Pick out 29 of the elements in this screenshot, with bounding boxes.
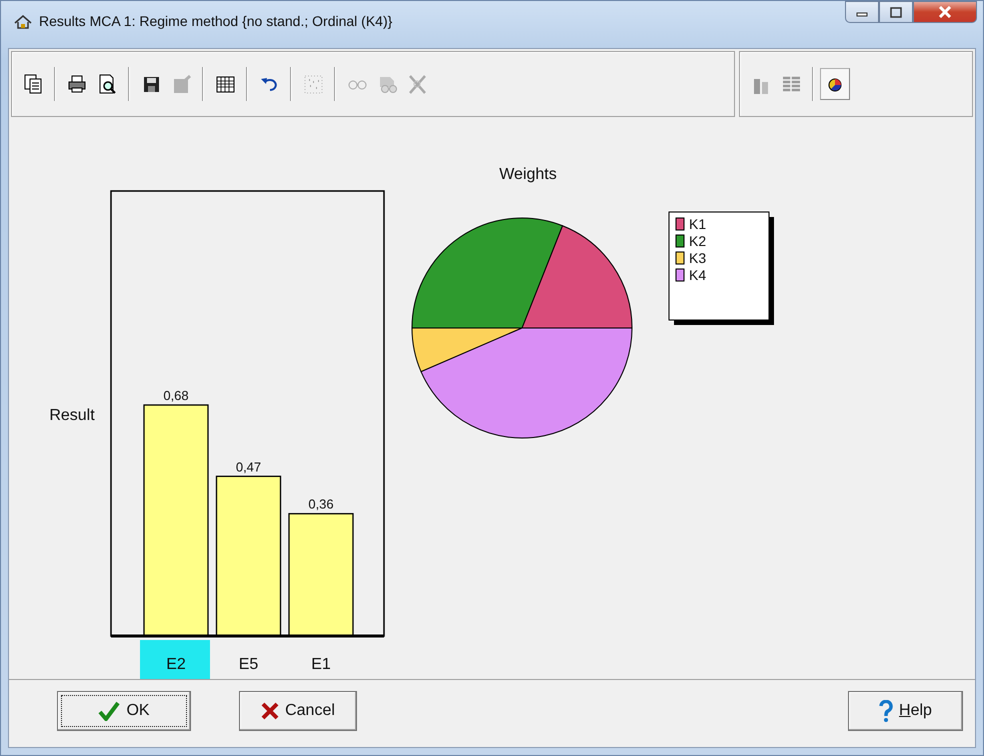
close-icon (938, 6, 952, 18)
legend-label: K4 (689, 267, 706, 283)
value-label: 0,68 (163, 388, 189, 403)
scatter-plot-icon (302, 72, 324, 96)
app-icon (13, 14, 33, 30)
close-button[interactable] (913, 1, 977, 23)
copy-icon (22, 72, 44, 96)
value-label: 0,36 (308, 496, 334, 512)
axis-label: Result (49, 407, 95, 424)
help-button[interactable]: Help (848, 690, 963, 730)
print-icon (66, 72, 88, 96)
category-label: E5 (238, 656, 258, 673)
question-icon (879, 700, 894, 722)
pie-chart-button[interactable] (820, 68, 850, 100)
maximize-icon (890, 6, 902, 18)
cross-icon (261, 702, 280, 720)
category-label: E1 (311, 656, 331, 673)
window-title: Results MCA 1: Regime method {no stand.; Ordinal (K4)} (39, 12, 392, 31)
value-label: 0,47 (236, 459, 262, 474)
legend-label: K1 (689, 216, 706, 232)
cancel-button[interactable]: Cancel (239, 690, 357, 730)
legend-label: K2 (689, 233, 706, 249)
minimize-button[interactable] (845, 1, 879, 23)
category-label: E2 (166, 656, 186, 673)
chart-title: Weights (499, 166, 557, 183)
maximize-button[interactable] (879, 1, 913, 23)
check-icon (98, 700, 120, 720)
ok-button[interactable]: OK (57, 690, 191, 730)
legend-label: K3 (689, 250, 706, 266)
